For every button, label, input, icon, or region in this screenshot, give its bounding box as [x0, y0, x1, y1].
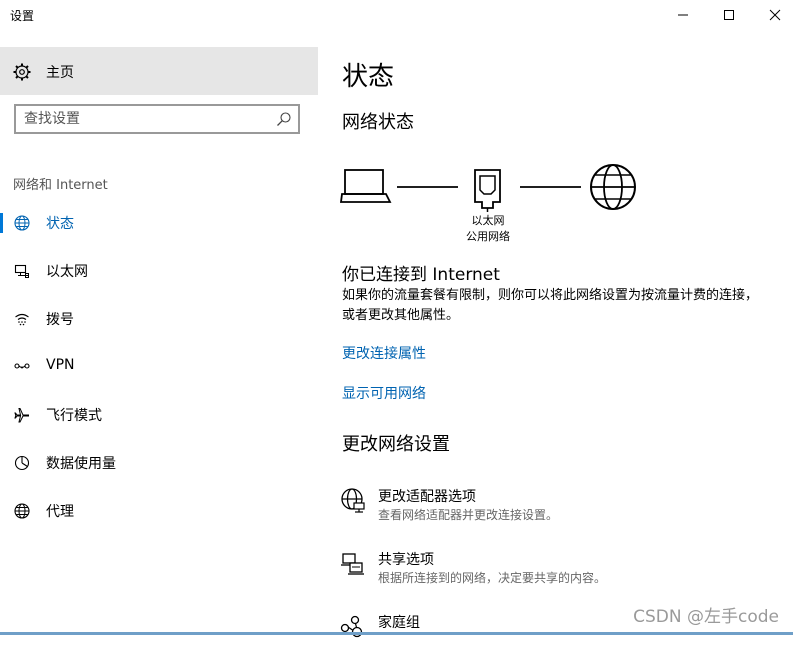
maximize-icon [724, 10, 734, 20]
option-desc: 根据所连接到的网络，决定要共享的内容。 [378, 571, 607, 585]
sidebar-item-status[interactable]: 状态 [0, 205, 318, 241]
airplane-icon [14, 408, 29, 423]
sidebar-item-proxy[interactable]: 代理 [0, 493, 318, 529]
home-label: 主页 [46, 65, 74, 81]
title-bar: 设置 [0, 0, 793, 32]
sidebar-item-label: 以太网 [46, 264, 88, 280]
ethernet-icon [14, 264, 29, 278]
search-icon[interactable] [276, 111, 292, 127]
homegroup-icon [340, 615, 363, 638]
adapter-name: 以太网 [471, 214, 505, 227]
change-connection-properties-link[interactable]: 更改连接属性 [342, 343, 426, 363]
section-label: 网络和 Internet [13, 178, 108, 193]
sidebar-item-data-usage[interactable]: 数据使用量 [0, 445, 318, 481]
option-change-adapter[interactable]: 更改适配器选项 查看网络适配器并更改连接设置。 [340, 486, 770, 526]
change-network-settings-heading: 更改网络设置 [342, 434, 450, 455]
adapter-icon [341, 488, 365, 513]
close-button[interactable] [752, 0, 793, 30]
data-usage-icon [14, 455, 30, 471]
sidebar-item-dialup[interactable]: 拨号 [0, 301, 318, 337]
laptop-icon [340, 169, 392, 203]
show-available-networks-link[interactable]: 显示可用网络 [342, 383, 426, 403]
sidebar-item-vpn[interactable]: VPN [0, 349, 318, 385]
sidebar-item-label: VPN [46, 357, 75, 373]
option-desc: 查看网络适配器并更改连接设置。 [378, 508, 559, 522]
option-title: 共享选项 [378, 552, 434, 568]
option-title: 家庭组 [378, 615, 420, 631]
vpn-icon [14, 363, 30, 369]
minimize-icon [678, 14, 688, 16]
window-title: 设置 [10, 9, 35, 23]
globe-icon [590, 164, 636, 210]
sharing-icon [341, 553, 364, 575]
connection-status-desc: 如果你的流量套餐有限制，则你可以将此网络设置为按流量计费的连接，或者更改其他属性… [342, 288, 759, 323]
ethernet-port-icon [474, 169, 501, 212]
option-sharing[interactable]: 共享选项 根据所连接到的网络，决定要共享的内容。 [340, 549, 770, 589]
sidebar: 主页 网络和 Internet 状态 以太网 [0, 32, 318, 635]
sidebar-item-label: 代理 [46, 504, 74, 520]
option-title: 更改适配器选项 [378, 489, 476, 505]
globe-icon [14, 503, 30, 519]
page-title: 状态 [342, 62, 395, 92]
sidebar-item-label: 数据使用量 [46, 456, 116, 472]
search-input[interactable] [24, 110, 264, 128]
sidebar-item-label: 拨号 [46, 312, 74, 328]
watermark: CSDN @左手code [633, 607, 779, 627]
network-type: 公用网络 [466, 230, 510, 243]
sidebar-item-airplane[interactable]: 飞行模式 [0, 397, 318, 433]
active-indicator [0, 213, 3, 233]
dialup-icon [15, 313, 29, 326]
globe-icon [14, 215, 30, 231]
close-icon [769, 9, 781, 21]
network-status-heading: 网络状态 [342, 112, 414, 133]
maximize-button[interactable] [706, 0, 752, 30]
gear-icon [13, 63, 31, 81]
minimize-button[interactable] [660, 0, 706, 30]
search-box[interactable] [14, 104, 300, 134]
sidebar-item-label: 状态 [46, 216, 74, 232]
sidebar-item-label: 飞行模式 [46, 408, 102, 424]
connection-status-title: 你已连接到 Internet [342, 265, 500, 285]
main-content: 状态 网络状态 以太网 公用网络 你已连接到 Internet 如果你的流量套餐… [318, 32, 793, 638]
sidebar-item-ethernet[interactable]: 以太网 [0, 253, 318, 289]
home-nav-item[interactable]: 主页 [0, 47, 318, 95]
